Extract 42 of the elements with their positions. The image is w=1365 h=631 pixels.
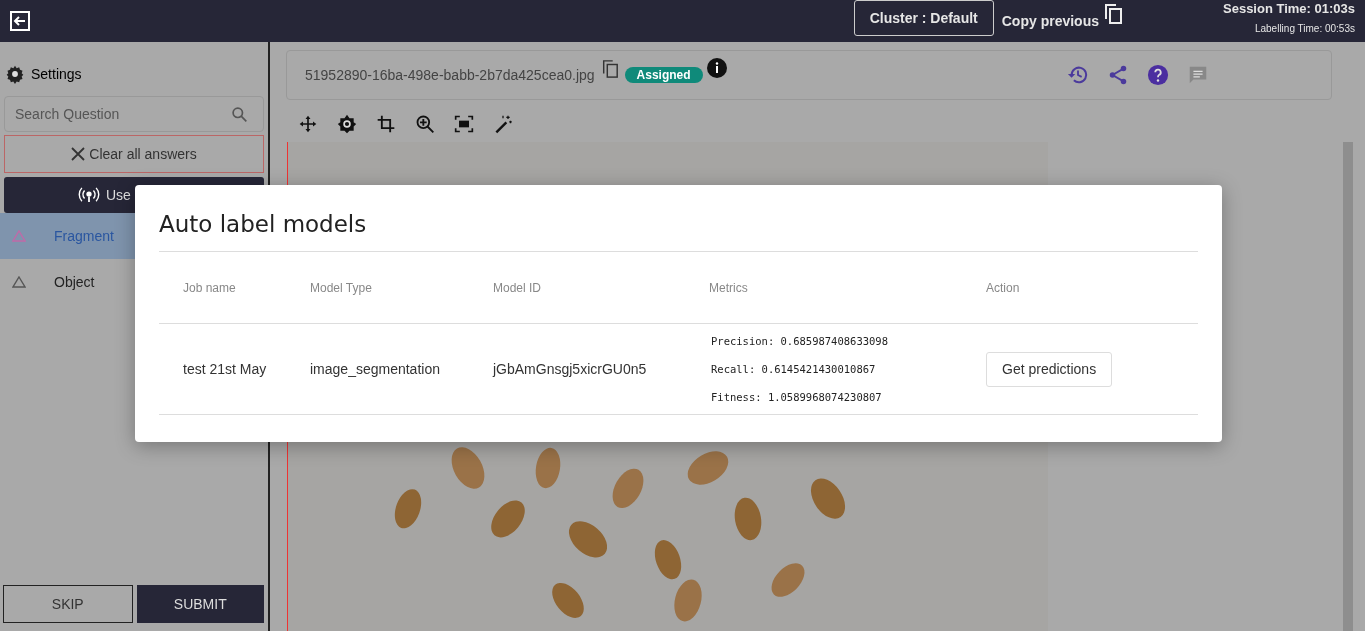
status-badge: Assigned — [624, 67, 703, 83]
move-icon[interactable] — [298, 114, 318, 134]
file-name: 51952890-16ba-498e-babb-2b7da425cea0.jpg — [305, 67, 595, 83]
get-predictions-button[interactable]: Get predictions — [986, 351, 1113, 387]
broadcast-icon — [78, 187, 100, 203]
history-icon[interactable] — [1067, 64, 1089, 86]
settings-label[interactable]: Settings — [31, 66, 82, 82]
copy-icon[interactable] — [600, 59, 619, 79]
crop-icon[interactable] — [376, 114, 396, 134]
labelling-time: Labelling Time: 00:53s — [1254, 23, 1355, 34]
settings-icon[interactable] — [5, 64, 25, 84]
copy-icon[interactable] — [1103, 3, 1123, 25]
column-header: Metrics — [708, 280, 749, 295]
brightness-icon[interactable] — [337, 114, 357, 134]
zoom-in-icon[interactable] — [415, 114, 435, 134]
table-cell-text: jGbAmGnsgj5xicrGU0n5 — [491, 361, 648, 377]
submit-button[interactable]: SUBMIT — [136, 585, 264, 623]
table-cell-text: image_segmentation — [309, 361, 441, 377]
metric-text: Precision: 0.685987408633098 — [711, 335, 889, 347]
help-icon[interactable] — [1147, 64, 1169, 86]
share-icon[interactable] — [1107, 64, 1129, 86]
table-cell-text: test 21st May — [182, 361, 268, 377]
column-header: Model Type — [309, 280, 373, 295]
clear-answers-button[interactable]: Clear all answers — [4, 135, 264, 173]
magic-wand-icon[interactable] — [493, 114, 513, 134]
metric-text: Fitness: 1.0589968074230807 — [711, 391, 883, 403]
exit-icon[interactable] — [10, 11, 30, 31]
info-icon[interactable] — [706, 58, 727, 78]
skip-button[interactable]: SKIP — [3, 585, 133, 623]
dialog-title: Auto label models — [159, 185, 1198, 252]
search-field[interactable]: Search Question — [4, 96, 264, 132]
search-icon[interactable] — [231, 106, 248, 123]
fit-screen-icon[interactable] — [454, 114, 474, 134]
cluster-button[interactable]: Cluster : Default — [853, 0, 994, 36]
column-header: Job name — [182, 280, 237, 295]
column-header: Action — [985, 280, 1021, 295]
session-time: Session Time: 01:03s — [1223, 1, 1355, 16]
close-icon — [71, 147, 86, 161]
metric-text: Recall: 0.6145421430010867 — [711, 363, 877, 375]
copy-previous-link[interactable]: Copy previous — [1001, 13, 1099, 29]
scrollbar[interactable] — [1343, 142, 1353, 631]
column-header: Model ID — [492, 280, 543, 295]
